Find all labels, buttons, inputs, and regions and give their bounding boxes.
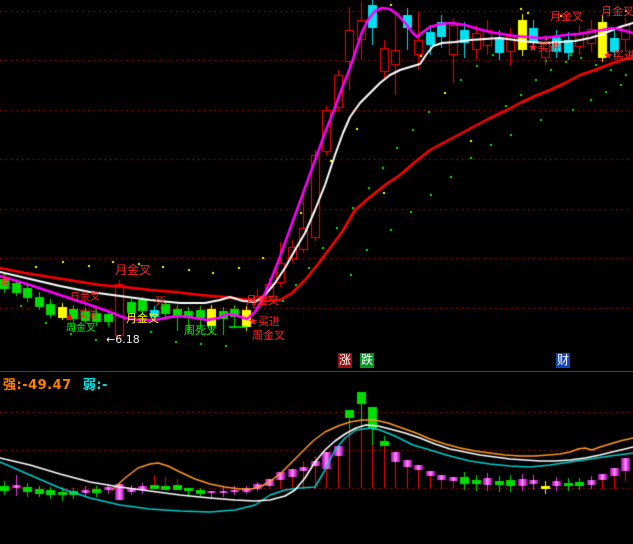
tab-fall[interactable]: 跌 [360,353,374,368]
weakness-value: 弱:- [83,378,108,393]
tab-rise[interactable]: 涨 [338,353,352,368]
kline-chart-canvas[interactable] [0,0,633,544]
strength-value: 强:-49.47 [3,378,72,393]
divider-line [0,371,633,372]
tab-finance[interactable]: 财 [556,353,570,368]
stock-chart-window: 涨 跌 财 强:-49.47 弱:- 周日金叉▲买进周金叉月金叉死月金叉←6.1… [0,0,633,544]
strength-weakness-readout: 强:-49.47 弱:- [3,374,114,393]
